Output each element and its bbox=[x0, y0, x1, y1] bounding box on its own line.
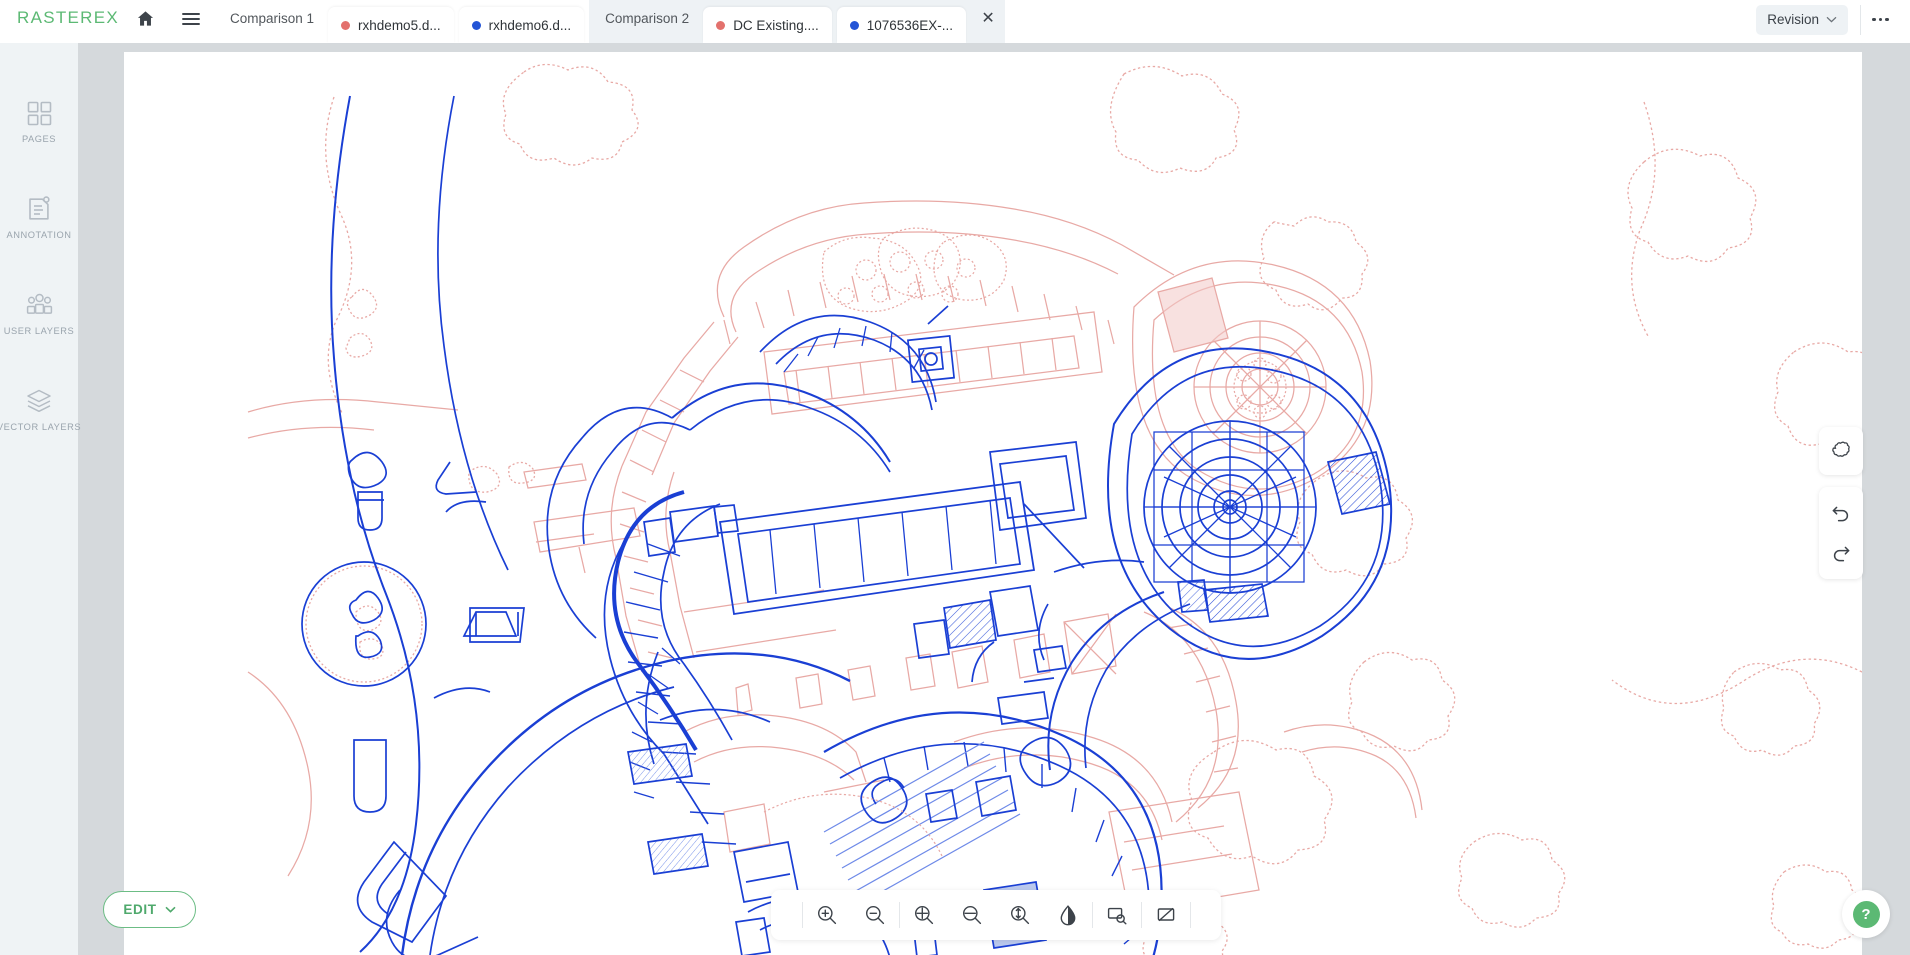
document-tab-dc-existing[interactable]: DC Existing.... bbox=[703, 7, 832, 43]
toolbar-divider bbox=[1189, 902, 1191, 928]
document-tab-label: rxhdemo6.d... bbox=[488, 17, 572, 33]
sidebar-item-label: USER LAYERS bbox=[3, 326, 75, 336]
undo-arrow-icon bbox=[1832, 506, 1849, 522]
application-root: RASTEREX Comparison 1 rxhdemo5.d... rxhd… bbox=[0, 0, 1910, 955]
more-options-icon[interactable] bbox=[1860, 4, 1900, 35]
shape-tool-panel bbox=[1819, 427, 1863, 475]
zoom-fit-height-button[interactable] bbox=[996, 890, 1044, 940]
cloud-polygon-icon bbox=[1832, 441, 1850, 457]
top-bar: RASTEREX Comparison 1 rxhdemo5.d... rxhd… bbox=[0, 0, 1910, 43]
document-color-dot bbox=[716, 20, 726, 30]
document-color-dot bbox=[341, 20, 351, 30]
zoom-out-button[interactable] bbox=[851, 890, 899, 940]
document-tab-label: 1076536EX-... bbox=[866, 17, 954, 33]
revision-dropdown-label: Revision bbox=[1767, 12, 1819, 27]
sidebar-item-user-layers[interactable]: USER LAYERS bbox=[0, 280, 78, 376]
magnifier-crosshair-minus-icon bbox=[962, 906, 981, 925]
sidebar-item-annotation[interactable]: ANNOTATION bbox=[0, 184, 78, 280]
undo-button[interactable] bbox=[1819, 493, 1863, 533]
hide-overlay-button[interactable] bbox=[1142, 890, 1190, 940]
dot bbox=[1878, 17, 1883, 22]
view-toolbar bbox=[771, 890, 1221, 940]
zoom-window-out-button[interactable] bbox=[948, 890, 996, 940]
document-tab-label: rxhdemo5.d... bbox=[358, 17, 441, 33]
document-tab-label: DC Existing.... bbox=[733, 17, 819, 33]
pages-grid-icon bbox=[26, 96, 53, 130]
comparison-group-1-label[interactable]: Comparison 1 bbox=[214, 0, 328, 43]
sidebar-item-pages[interactable]: PAGES bbox=[0, 88, 78, 184]
close-icon[interactable]: ✕ bbox=[971, 0, 1005, 43]
document-tab-rxhdemo6[interactable]: rxhdemo6.d... bbox=[458, 7, 585, 43]
sidebar-item-vector-layers[interactable]: VECTOR LAYERS bbox=[0, 376, 82, 472]
redo-button[interactable] bbox=[1819, 533, 1863, 573]
brand-logo: RASTEREX bbox=[17, 8, 120, 27]
edit-mode-button[interactable]: EDIT bbox=[103, 891, 196, 928]
document-tab-rxhdemo5[interactable]: rxhdemo5.d... bbox=[328, 7, 454, 43]
magnifier-crosshair-plus-icon bbox=[914, 906, 933, 925]
dot bbox=[1872, 17, 1876, 22]
dot bbox=[1885, 17, 1889, 22]
contrast-button[interactable] bbox=[1044, 890, 1092, 940]
document-color-dot bbox=[471, 20, 481, 30]
comparison-group-2-label[interactable]: Comparison 2 bbox=[589, 0, 703, 43]
edit-button-label: EDIT bbox=[123, 902, 157, 917]
home-icon[interactable] bbox=[122, 0, 168, 43]
chevron-down-icon bbox=[1826, 16, 1837, 23]
annotation-note-icon bbox=[26, 192, 53, 226]
zoom-in-button[interactable] bbox=[803, 890, 851, 940]
redo-arrow-icon bbox=[1833, 546, 1850, 562]
screen-magnifier-icon bbox=[1107, 907, 1126, 925]
drawing-comparison-canvas[interactable] bbox=[124, 52, 1862, 955]
hamburger-menu-icon[interactable] bbox=[168, 0, 214, 43]
pan-zoom-preview-button[interactable] bbox=[1093, 890, 1141, 940]
contrast-droplet-icon bbox=[1060, 905, 1075, 926]
comparison-group-1: Comparison 1 rxhdemo5.d... rxhdemo6.d... bbox=[214, 0, 589, 43]
layers-stack-icon bbox=[25, 384, 53, 418]
top-bar-right-controls: Revision bbox=[1756, 0, 1910, 43]
users-group-icon bbox=[25, 288, 54, 322]
document-color-dot bbox=[849, 20, 859, 30]
sidebar-item-label: PAGES bbox=[21, 134, 57, 144]
revision-dropdown[interactable]: Revision bbox=[1756, 4, 1848, 35]
help-question-icon: ? bbox=[1852, 900, 1880, 928]
cloud-shape-tool-button[interactable] bbox=[1819, 429, 1863, 473]
zoom-window-in-button[interactable] bbox=[900, 890, 948, 940]
left-sidebar: PAGES ANNOTATION USER LAYERS VECTOR LAYE… bbox=[0, 43, 82, 955]
magnifier-plus-icon bbox=[817, 906, 836, 925]
sidebar-item-label: VECTOR LAYERS bbox=[0, 422, 82, 432]
document-tab-1076536ex[interactable]: 1076536EX-... bbox=[836, 7, 967, 43]
magnifier-vertical-arrow-icon bbox=[1010, 906, 1029, 925]
magnifier-minus-icon bbox=[865, 906, 884, 925]
sidebar-item-label: ANNOTATION bbox=[6, 230, 72, 240]
help-button[interactable]: ? bbox=[1842, 890, 1890, 938]
history-panel bbox=[1819, 487, 1863, 579]
comparison-group-2: Comparison 2 DC Existing.... 1076536EX-.… bbox=[589, 0, 1006, 43]
screen-slash-icon bbox=[1157, 907, 1174, 922]
chevron-down-icon bbox=[165, 906, 176, 913]
